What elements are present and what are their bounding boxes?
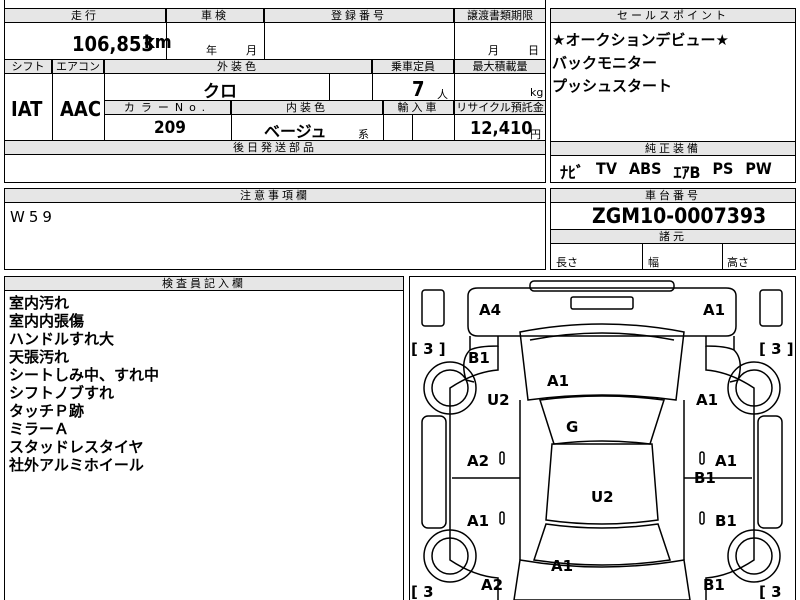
- windshield-shape: [539, 395, 665, 445]
- front-body-outline: [467, 287, 737, 337]
- left-fender-shape: [469, 336, 499, 352]
- right-side-step: [757, 415, 783, 529]
- left-front-handle: [499, 451, 505, 465]
- mark-right-rear-door: B1: [715, 512, 737, 530]
- right-top-block: [759, 289, 783, 327]
- mark-trunk: A1: [551, 557, 574, 575]
- mark-front-left: A4: [479, 301, 502, 319]
- mark-rear-left: A2: [481, 576, 504, 594]
- license-plate-front: [570, 296, 634, 310]
- left-side-step: [421, 415, 447, 529]
- mark-roof: G: [566, 418, 579, 436]
- right-rear-handle: [699, 511, 705, 525]
- mark-front-right: A1: [703, 301, 726, 319]
- mark-left-front-upper: U2: [487, 391, 510, 409]
- left-top-block: [421, 289, 445, 327]
- mark-left-front-door: A2: [467, 452, 490, 470]
- roof-shape: [545, 443, 659, 525]
- mark-interior: U2: [591, 488, 614, 506]
- mark-right-front-fender: A1: [696, 391, 719, 409]
- mark-rear-right: B1: [703, 576, 725, 594]
- tire-count-front-right: [ 3 ]: [759, 340, 794, 358]
- tire-count-rear-right: [ 3: [759, 583, 782, 600]
- left-rear-handle: [499, 511, 505, 525]
- front-bumper-shape: [529, 280, 675, 292]
- left-side-outline: [449, 346, 499, 600]
- mark-right-front-door: A1: [715, 452, 738, 470]
- tailgate-shape: [513, 559, 691, 600]
- tire-count-rear-left: [ 3: [411, 583, 434, 600]
- right-fender-shape: [705, 336, 735, 352]
- right-front-handle: [699, 451, 705, 465]
- mark-left-rear-door: A1: [467, 512, 490, 530]
- mark-right-front-door-b: B1: [694, 469, 716, 487]
- tire-count-front-left: [ 3 ]: [411, 340, 446, 358]
- mark-hood: A1: [547, 372, 570, 390]
- car-diagram: [421, 280, 783, 600]
- mark-left-front-fender: B1: [468, 349, 490, 367]
